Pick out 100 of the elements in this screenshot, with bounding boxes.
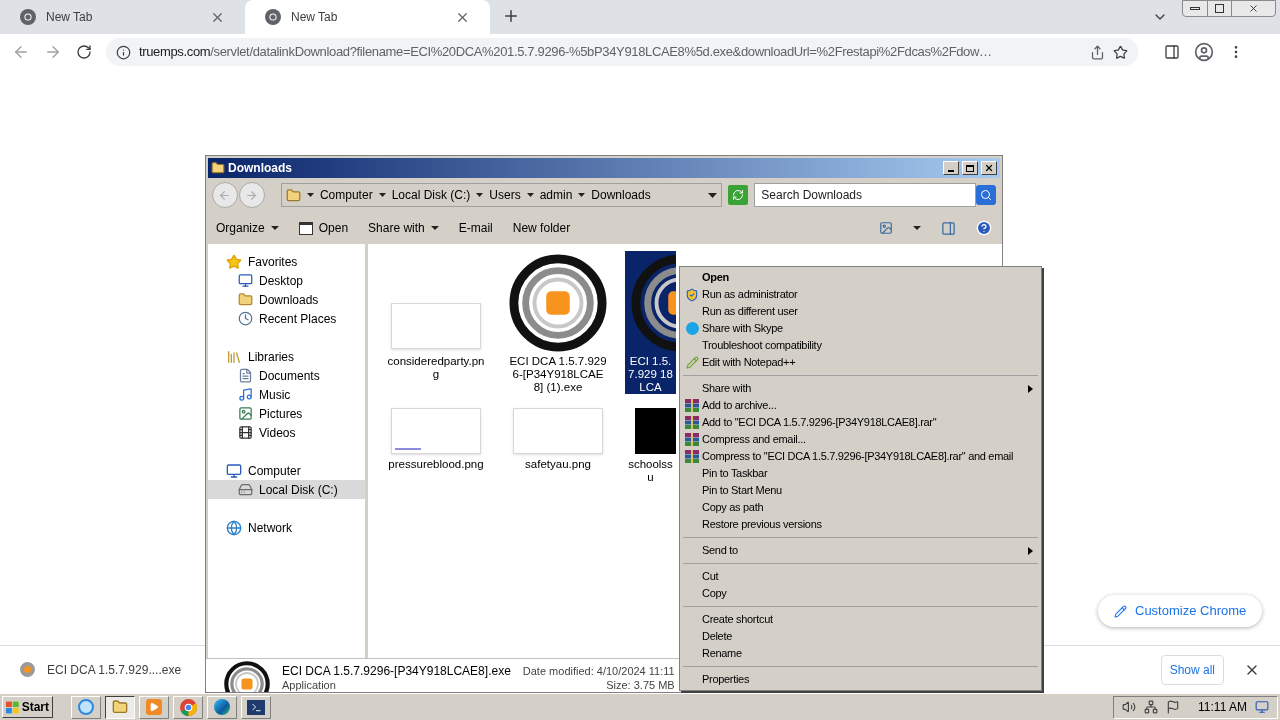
view-icon[interactable] [879,221,893,235]
toolbar-button[interactable]: E-mail [458,219,493,237]
nav-item[interactable]: Computer [208,461,365,480]
menu-item[interactable]: Run as administrator [680,286,1041,303]
file-item[interactable]: consideredparty.png [381,251,491,394]
address-field[interactable]: Computer Local Disk (C:) Users admin Downloads [280,183,723,207]
browser-tab[interactable]: New Tab [245,0,490,34]
caret-icon[interactable] [913,226,921,230]
profile-icon[interactable] [1194,42,1214,62]
breadcrumb-item[interactable]: Users [489,186,521,204]
nav-item[interactable]: Favorites [208,252,365,271]
network-icon [226,519,242,536]
nav-item[interactable]: Recent Places [208,309,365,328]
help-icon[interactable] [976,220,992,236]
menu-item[interactable]: Troubleshoot compatibility [680,337,1041,354]
breadcrumb-item[interactable]: Downloads [591,186,651,204]
menu-item[interactable]: Open [680,269,1041,286]
caret-icon[interactable] [476,193,484,197]
nav-item[interactable]: Libraries [208,347,365,366]
menu-item[interactable]: Pin to Start Menu [680,482,1041,499]
menu-item[interactable]: Share with Skype [680,320,1041,337]
breadcrumb-item[interactable]: Computer [319,186,373,204]
folder-icon [112,699,128,715]
menu-item[interactable]: Add to archive... [680,397,1041,414]
menu-item[interactable]: Create shortcut [680,611,1041,628]
bookmark-star-icon[interactable] [1113,44,1128,60]
info-icon[interactable] [116,44,131,60]
flag-icon[interactable] [1166,700,1181,714]
date-modified: Date modified: 4/10/2024 11:11 [522,664,675,678]
menu-item[interactable]: Rename [680,645,1041,662]
archive-icon [685,450,699,463]
nav-item[interactable]: Local Disk (C:) [208,480,365,499]
folder-icon [211,161,225,175]
menu-item[interactable]: Restore previous versions [680,516,1041,533]
skype-icon [685,322,699,335]
file-item[interactable]: schoolssu [625,406,676,484]
nav-item[interactable]: Network [208,518,365,537]
customize-chrome-button[interactable]: Customize Chrome [1098,595,1263,627]
notepad-icon [685,356,699,369]
target-file-icon [509,254,607,352]
share-icon[interactable] [1090,44,1105,60]
maximize-icon[interactable] [962,161,978,175]
nav-item[interactable]: Videos [208,423,365,442]
nav-item[interactable]: Music [208,385,365,404]
videos-icon [238,425,253,440]
file-name: ECI DCA 1.5.7.9296-[P34Y918LCAE8].exe [282,664,511,678]
file-item[interactable]: pressureblood.png [381,406,491,484]
new-tab-icon[interactable] [502,7,520,25]
menu-item[interactable]: Edit with Notepad++ [680,354,1041,371]
folder-icon [238,292,253,307]
caret-icon[interactable] [578,193,586,197]
menu-item[interactable]: Share with [680,380,1041,397]
reload-icon[interactable] [76,44,92,60]
show-all-button[interactable]: Show all [1160,654,1224,685]
menu-item[interactable]: Copy as path [680,499,1041,516]
menu-item[interactable]: Compress to "ECI DCA 1.5.7.9296-[P34Y918LCAE8].rar" and email [680,448,1041,465]
menu-item[interactable]: Copy [680,585,1041,602]
file-item[interactable]: ECI DCA 1.5.7.9296-[P34Y918LCAE8] (1).exe [503,251,613,394]
breadcrumb-item[interactable]: Local Disk (C:) [391,186,471,204]
toolbar-button[interactable]: Organize [216,219,279,237]
file-item[interactable]: safetyau.png [503,406,613,484]
speaker-icon[interactable] [1122,700,1137,714]
nav-item[interactable]: Desktop [208,271,365,290]
refresh-icon[interactable] [728,185,749,205]
side-panel-icon[interactable] [1164,44,1180,60]
download-item[interactable]: ECI DCA 1.5.7.929....exe [47,660,182,679]
nav-item[interactable]: Downloads [208,290,365,309]
desktop-icon [238,273,253,288]
preview-pane-icon[interactable] [941,220,956,236]
pictures-icon [238,406,253,421]
menu-item[interactable]: Cut [680,568,1041,585]
file-item[interactable]: ECI 1.5.7.929 18LCA [625,251,676,394]
minimize-icon[interactable] [943,161,959,175]
network-icon[interactable] [1144,700,1159,714]
menu-item[interactable]: Add to "ECI DCA 1.5.7.9296-[P34Y918LCAE8].rar" [680,414,1041,431]
caret-icon[interactable] [306,193,314,197]
menu-item[interactable]: Properties [680,671,1041,688]
show-desktop-icon[interactable] [1255,700,1269,714]
search-field[interactable]: Search Downloads [754,183,976,207]
toolbar-button[interactable]: New folder [512,219,571,237]
caret-icon [430,226,439,230]
menu-item[interactable]: Run as different user [680,303,1041,320]
nav-item[interactable]: Documents [208,366,365,385]
nav-item[interactable]: Pictures [208,404,365,423]
start-button[interactable]: Start [2,696,53,718]
search-icon[interactable] [976,185,996,205]
toolbar-button[interactable]: Open [298,219,349,237]
caret-icon[interactable] [378,193,386,197]
address-bar[interactable]: truemps.com/servlet/datalinkDownload?filename=ECI%20DCA%201.5.7.9296-%5bP34Y918LCAE8%5d.exe&downloadUrl=%2Frestapi%2Fdcas%2Fdow… [106,38,1138,66]
file-type: Application [282,678,337,692]
breadcrumb-item[interactable]: admin [539,186,573,204]
caret-icon[interactable] [708,192,718,198]
menu-item[interactable]: Delete [680,628,1041,645]
menu-item[interactable]: Send to [680,542,1041,559]
menu-item[interactable]: Pin to Taskbar [680,465,1041,482]
taskbar-app[interactable] [105,695,135,719]
toolbar-button[interactable]: Share with [368,219,439,237]
windows-logo-icon [6,700,19,714]
menu-item[interactable]: Compress and email... [680,431,1041,448]
caret-icon[interactable] [526,193,534,197]
